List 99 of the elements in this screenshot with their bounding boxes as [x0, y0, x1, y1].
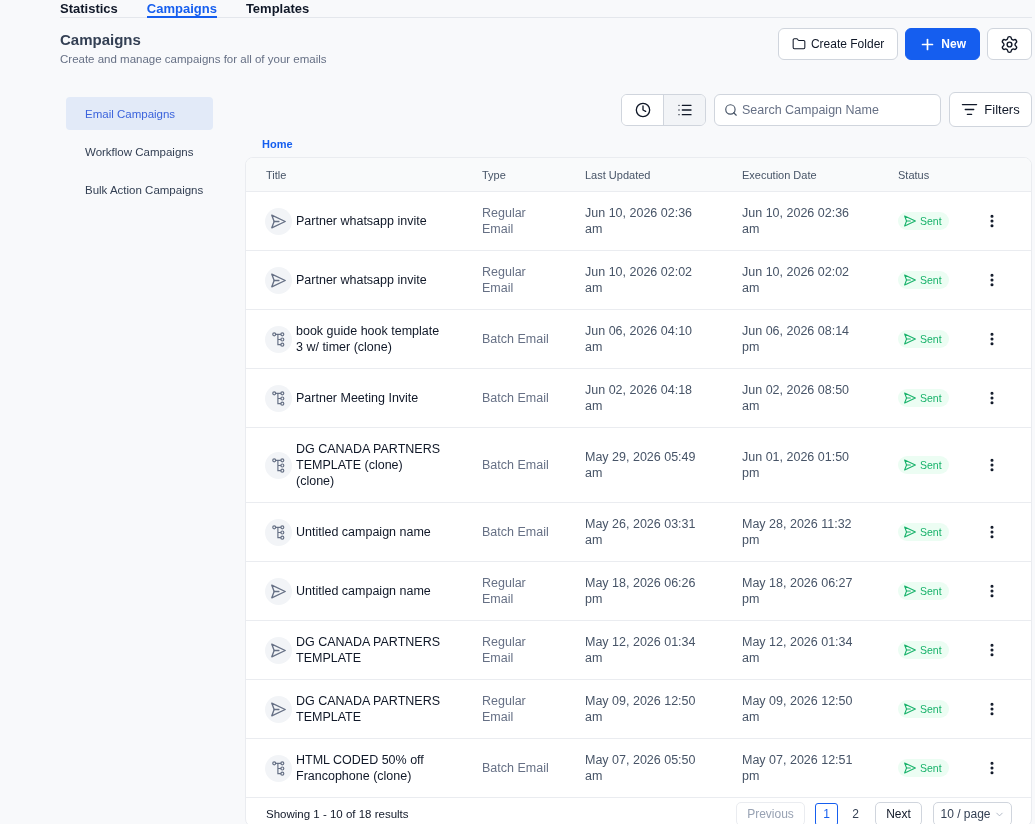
- nav-tab[interactable]: Statistics: [60, 0, 118, 18]
- results-summary: Showing 1 - 10 of 18 results: [266, 808, 409, 820]
- campaign-title: Partner Meeting Invite: [296, 390, 419, 406]
- column-header: Status: [898, 168, 930, 181]
- send-icon: [904, 392, 916, 404]
- list-view-button[interactable]: [663, 94, 705, 125]
- settings-icon: [1000, 34, 1019, 54]
- sidebar-item[interactable]: Email Campaigns: [66, 97, 213, 130]
- page-number-button[interactable]: 1: [815, 802, 838, 824]
- execution-date: May 28, 2026 11:32 pm: [742, 516, 853, 548]
- campaign-type: Batch Email: [482, 457, 549, 473]
- tree-icon: [265, 518, 292, 546]
- send-icon: [904, 333, 916, 345]
- search-icon: [724, 102, 738, 117]
- campaign-title: HTML CODED 50% off Francophone (clone): [296, 752, 425, 784]
- last-updated-date: Jun 06, 2026 04:10 am: [585, 323, 694, 355]
- execution-date: Jun 01, 2026 01:50 pm: [742, 449, 851, 481]
- send-icon: [904, 274, 916, 286]
- campaign-title: DG CANADA PARTNERS TEMPLATE: [296, 634, 441, 666]
- nav-tab[interactable]: Campaigns: [146, 0, 217, 18]
- column-header: Last Updated: [585, 168, 651, 181]
- last-updated-date: May 07, 2026 05:50 am: [585, 752, 697, 784]
- send-icon: [904, 459, 916, 471]
- campaign-type: Regular Email: [482, 264, 527, 296]
- folder-icon: [791, 37, 806, 51]
- filter-icon: [961, 101, 979, 118]
- last-updated-date: Jun 02, 2026 04:18 am: [585, 382, 694, 414]
- status-label: Sent: [920, 762, 942, 774]
- tree-icon: [265, 451, 292, 479]
- new-button[interactable]: New: [905, 28, 980, 60]
- clock-icon: [634, 101, 651, 118]
- campaign-type: Batch Email: [482, 524, 549, 540]
- campaign-title: Partner whatsapp invite: [296, 213, 427, 229]
- nav-tab[interactable]: Templates: [245, 0, 310, 18]
- last-updated-date: May 09, 2026 12:50 am: [585, 693, 697, 725]
- status-label: Sent: [920, 526, 942, 538]
- campaign-title: Untitled campaign name: [296, 583, 431, 599]
- campaign-title: DG CANADA PARTNERS TEMPLATE (clone) (clone): [296, 441, 441, 489]
- column-header: Execution Date: [742, 168, 817, 181]
- sidebar-item[interactable]: Bulk Action Campaigns: [66, 173, 213, 206]
- status-label: Sent: [920, 459, 942, 471]
- tree-icon: [265, 754, 292, 782]
- campaign-type: Batch Email: [482, 390, 549, 406]
- status-label: Sent: [920, 274, 942, 286]
- execution-date: May 12, 2026 01:34 am: [742, 634, 854, 666]
- status-label: Sent: [920, 644, 942, 656]
- last-updated-date: May 18, 2026 06:26 pm: [585, 575, 697, 607]
- last-updated-date: Jun 10, 2026 02:36 am: [585, 205, 694, 237]
- campaign-title: Untitled campaign name: [296, 524, 431, 540]
- send-icon: [904, 644, 916, 656]
- last-updated-date: Jun 10, 2026 02:02 am: [585, 264, 694, 296]
- campaign-type: Batch Email: [482, 760, 549, 776]
- campaign-type: Regular Email: [482, 634, 527, 666]
- settings-button[interactable]: [987, 28, 1032, 60]
- campaign-type: Regular Email: [482, 575, 527, 607]
- execution-date: Jun 06, 2026 08:14 pm: [742, 323, 851, 355]
- execution-date: Jun 10, 2026 02:02 am: [742, 264, 851, 296]
- column-header: Title: [266, 168, 287, 181]
- search-field[interactable]: Search Campaign Name: [714, 93, 941, 126]
- send-icon: [265, 266, 292, 294]
- campaign-type: Batch Email: [482, 331, 549, 347]
- execution-date: May 07, 2026 12:51 pm: [742, 752, 854, 784]
- status-label: Sent: [920, 215, 942, 227]
- page-size-select[interactable]: 10 / page: [933, 802, 1012, 824]
- last-updated-date: May 26, 2026 03:31 am: [585, 516, 697, 548]
- next-button[interactable]: Next: [875, 802, 922, 824]
- send-icon: [265, 577, 292, 605]
- execution-date: Jun 10, 2026 02:36 am: [742, 205, 851, 237]
- page-title: Campaigns: [60, 31, 142, 49]
- filters-button[interactable]: Filters: [949, 92, 1032, 127]
- campaign-type: Regular Email: [482, 205, 527, 237]
- status-label: Sent: [920, 585, 942, 597]
- page-subtitle: Create and manage campaigns for all of your emails: [60, 52, 327, 66]
- create-folder-button[interactable]: Create Folder: [777, 28, 899, 60]
- breadcrumb-link[interactable]: Home: [262, 138, 293, 150]
- campaign-title: book guide hook template 3 w/ timer (clone): [296, 323, 441, 355]
- send-icon: [265, 636, 292, 664]
- send-icon: [904, 585, 916, 597]
- status-label: Sent: [920, 333, 942, 345]
- campaign-title: DG CANADA PARTNERS TEMPLATE: [296, 693, 441, 725]
- tree-icon: [265, 325, 292, 353]
- campaign-type: Regular Email: [482, 693, 527, 725]
- status-label: Sent: [920, 703, 942, 715]
- send-icon: [904, 215, 916, 227]
- sidebar-item[interactable]: Workflow Campaigns: [66, 135, 213, 168]
- last-updated-date: May 29, 2026 05:49 am: [585, 449, 697, 481]
- campaign-title: Partner whatsapp invite: [296, 272, 427, 288]
- send-icon: [904, 703, 916, 715]
- send-icon: [904, 762, 916, 774]
- send-icon: [265, 207, 292, 235]
- execution-date: Jun 02, 2026 08:50 am: [742, 382, 851, 414]
- send-icon: [265, 695, 292, 723]
- column-header: Type: [482, 168, 506, 181]
- execution-date: May 18, 2026 06:27 pm: [742, 575, 854, 607]
- tree-icon: [265, 384, 292, 412]
- execution-date: May 09, 2026 12:50 am: [742, 693, 854, 725]
- last-updated-date: May 12, 2026 01:34 am: [585, 634, 697, 666]
- status-label: Sent: [920, 392, 942, 404]
- send-icon: [904, 526, 916, 538]
